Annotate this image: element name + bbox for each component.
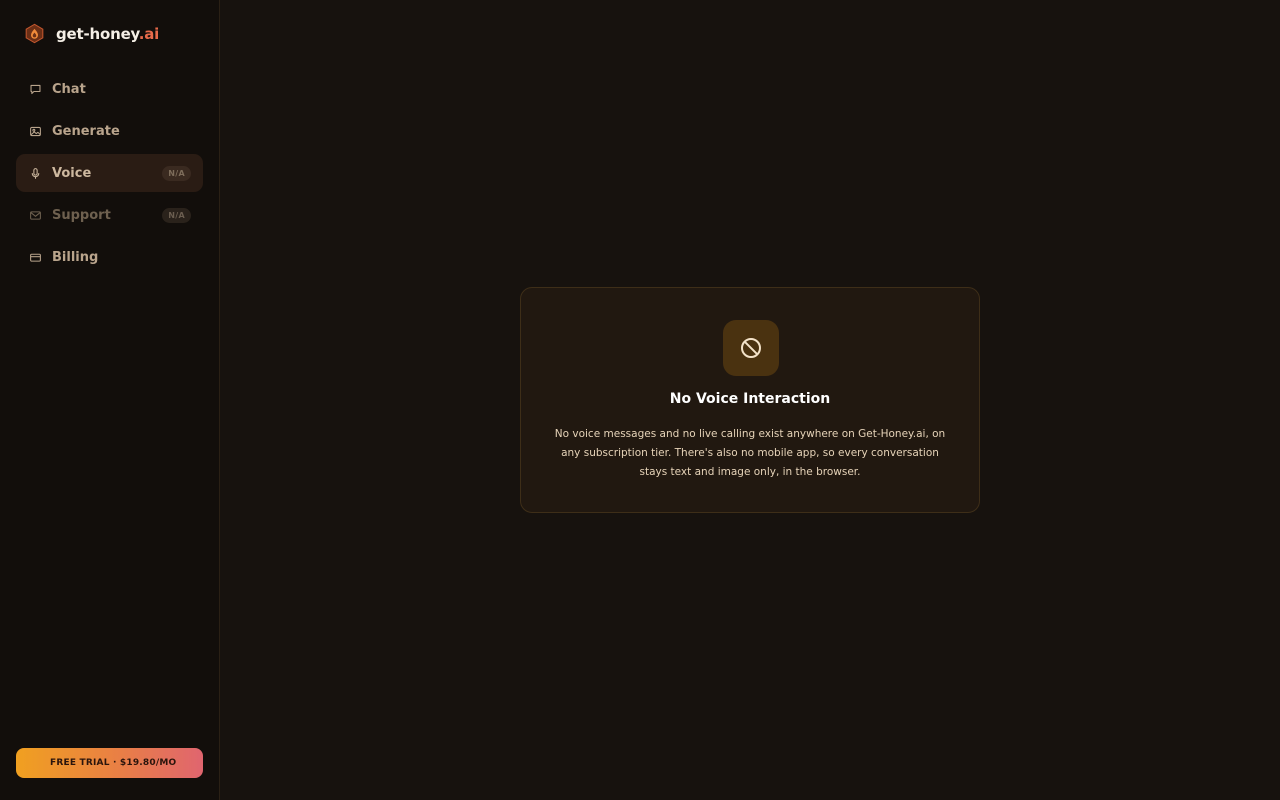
- app-shell: get-honey.ai Chat Generate Voice N/A Sup…: [0, 0, 1280, 800]
- brand-tld: .ai: [138, 24, 160, 43]
- sidebar: get-honey.ai Chat Generate Voice N/A Sup…: [0, 0, 220, 800]
- sidebar-item-label: Generate: [52, 123, 120, 139]
- sidebar-item-generate[interactable]: Generate: [16, 112, 203, 150]
- sidebar-item-label: Support: [52, 207, 111, 223]
- sidebar-nav: Chat Generate Voice N/A Support N/A Bill…: [16, 70, 203, 280]
- sidebar-item-label: Billing: [52, 249, 99, 265]
- sidebar-item-support[interactable]: Support N/A: [16, 196, 203, 234]
- notice-body: No voice messages and no live calling ex…: [554, 428, 946, 478]
- sidebar-item-chat[interactable]: Chat: [16, 70, 203, 108]
- brand-name-text: get-honey: [56, 24, 139, 43]
- notice-title: No Voice Interaction: [669, 391, 831, 407]
- brand-name: get-honey.ai: [56, 25, 159, 43]
- free-trial-button[interactable]: FREE TRIAL · $19.80/MO: [16, 748, 203, 778]
- honey-hexagon-icon: [24, 23, 45, 44]
- prohibited-icon: [723, 320, 779, 376]
- sidebar-item-label: Voice: [52, 165, 92, 181]
- chat-bubble-icon: [29, 83, 42, 96]
- sidebar-item-label: Chat: [52, 81, 86, 97]
- mail-icon: [29, 209, 42, 222]
- status-badge: N/A: [162, 165, 191, 181]
- microphone-icon: [29, 167, 42, 180]
- sidebar-item-voice[interactable]: Voice N/A: [16, 154, 203, 192]
- voice-unavailable-card: No Voice Interaction No voice messages a…: [520, 287, 980, 513]
- image-icon: [29, 125, 42, 138]
- main-content: No Voice Interaction No voice messages a…: [220, 0, 1280, 800]
- status-badge: N/A: [162, 207, 191, 223]
- sidebar-item-billing[interactable]: Billing: [16, 238, 203, 276]
- brand[interactable]: get-honey.ai: [24, 23, 159, 44]
- credit-card-icon: [29, 251, 42, 264]
